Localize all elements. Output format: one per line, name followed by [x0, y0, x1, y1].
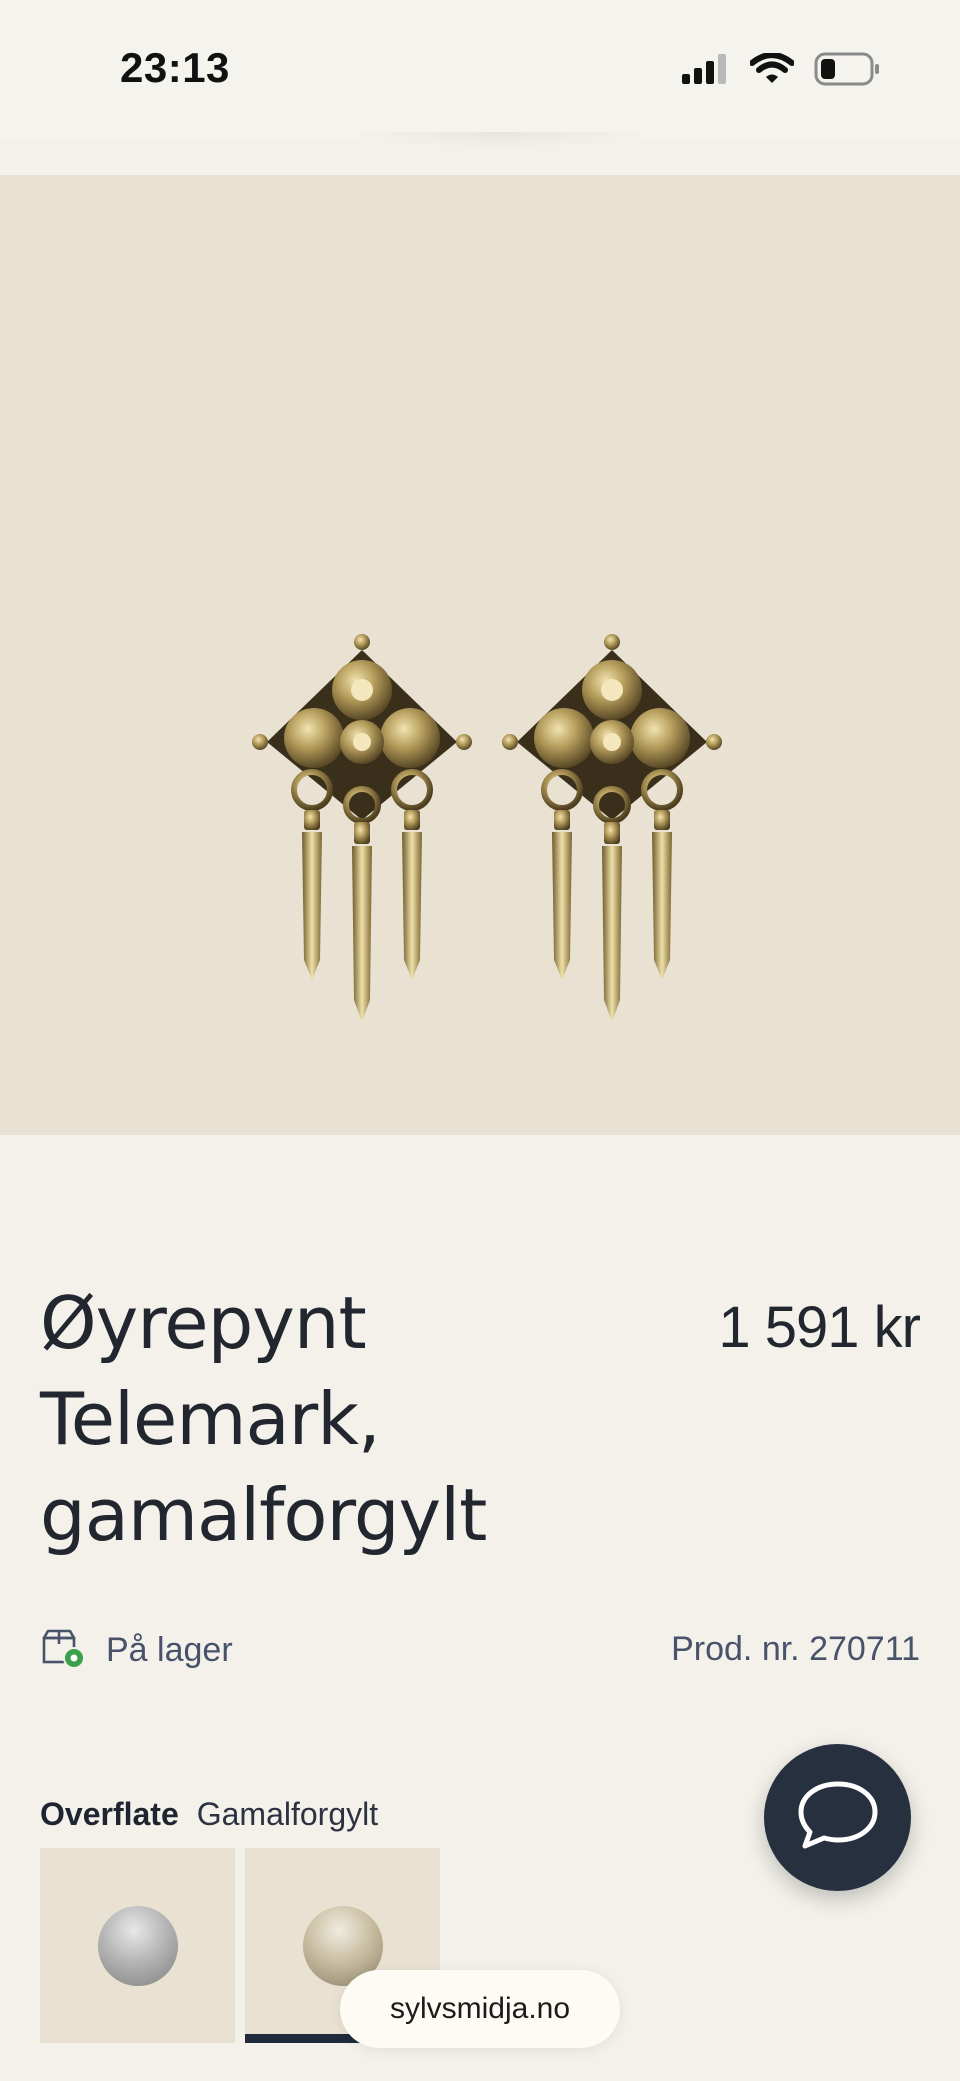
wifi-icon: [749, 52, 795, 90]
earring-left: [252, 634, 472, 1022]
stock-label: På lager: [106, 1631, 233, 1669]
status-icons: [682, 52, 880, 91]
earrings-illustration: [0, 175, 960, 1135]
surface-label: Overflate: [40, 1796, 179, 1832]
box-in-stock-icon: [40, 1628, 86, 1673]
surface-selector-label: Overflate Gamalforgylt: [40, 1796, 378, 1833]
stock-status: På lager: [40, 1628, 233, 1673]
earring-right: [502, 634, 722, 1022]
product-image[interactable]: [0, 175, 960, 1135]
battery-icon: [814, 52, 880, 91]
silver-ball-icon: [98, 1906, 178, 1986]
status-bar: 23:13: [0, 0, 960, 140]
browser-url-pill[interactable]: sylvsmidja.no: [340, 1970, 620, 2048]
header-shadow: [340, 132, 660, 148]
product-price: 1 591 kr: [718, 1295, 921, 1360]
status-time: 23:13: [120, 44, 230, 91]
surface-value: Gamalforgylt: [196, 1796, 379, 1832]
product-number: Prod. nr. 270711: [671, 1630, 920, 1668]
swatch-silver[interactable]: [40, 1848, 235, 2043]
cellular-signal-icon: [682, 54, 730, 89]
chat-bubble-icon: [795, 1778, 881, 1857]
product-title: Øyrepynt Telemark, gamalforgylt: [40, 1281, 487, 1557]
chat-button[interactable]: [764, 1744, 911, 1891]
